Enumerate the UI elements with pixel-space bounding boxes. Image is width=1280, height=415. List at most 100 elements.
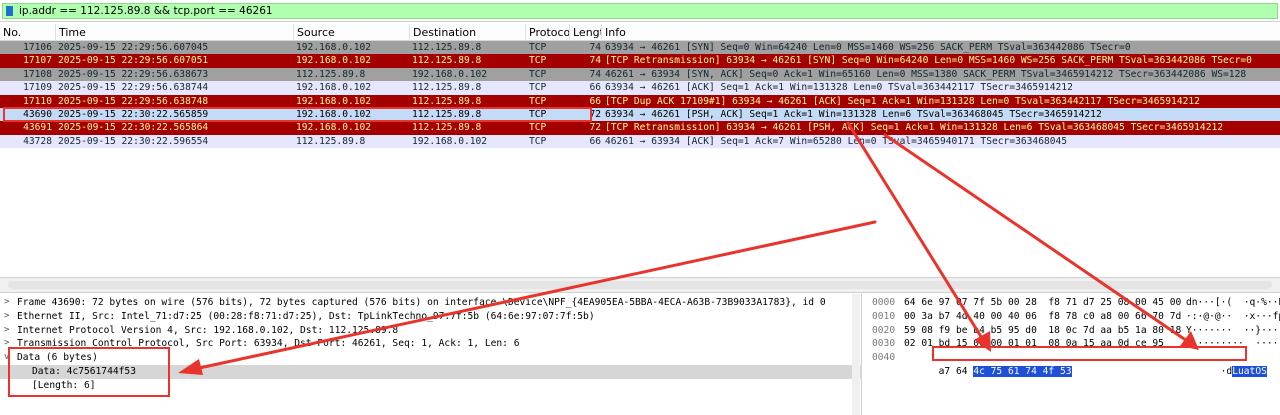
- display-filter-bar: ip.addr == 112.125.89.8 && tcp.port == 4…: [0, 0, 1280, 22]
- bytes-offset: 0030: [872, 338, 896, 350]
- bytes-ascii: ·d: [1220, 365, 1233, 377]
- packet-info: [TCP Retransmission] 63934 → 46261 [PSH,…: [605, 122, 1224, 134]
- packet-destination: 112.125.89.8: [412, 95, 482, 107]
- packet-row[interactable]: 43728 2025-09-15 22:30:22.596554 112.125…: [0, 134, 1280, 149]
- packet-source: 192.168.0.102: [296, 55, 372, 67]
- packet-row[interactable]: 17110 2025-09-15 22:29:56.638748 192.168…: [0, 94, 1280, 108]
- packet-protocol: TCP: [529, 135, 547, 147]
- detail-text: [Length: 6]: [32, 379, 96, 391]
- packet-destination: 112.125.89.8: [412, 82, 482, 94]
- bytes-offset: 0020: [872, 324, 896, 336]
- packet-no: 43728: [23, 135, 52, 147]
- bytes-ascii-group: ·dLuatOS: [1186, 351, 1267, 392]
- packet-list: 17106 2025-09-15 22:29:56.607045 192.168…: [0, 41, 1280, 277]
- packet-info: 63934 → 46261 [PSH, ACK] Seq=1 Ack=1 Win…: [605, 109, 1102, 120]
- packet-row[interactable]: 17107 2025-09-15 22:29:56.607051 192.168…: [0, 54, 1280, 68]
- detail-tree-item-data-value[interactable]: Data: 4c7561744f53: [0, 365, 862, 379]
- packet-row[interactable]: 17106 2025-09-15 22:29:56.607045 192.168…: [0, 41, 1280, 55]
- packet-row[interactable]: 17109 2025-09-15 22:29:56.638744 192.168…: [0, 81, 1280, 95]
- packet-info: [TCP Retransmission] 63934 → 46261 [SYN]…: [605, 55, 1252, 67]
- bookmark-icon[interactable]: [6, 6, 13, 16]
- detail-text: Internet Protocol Version 4, Src: 192.16…: [17, 324, 399, 336]
- packet-destination: 112.125.89.8: [412, 122, 482, 134]
- packet-info: 46261 → 63934 [ACK] Seq=1 Ack=7 Win=6528…: [605, 135, 1068, 147]
- packet-protocol: TCP: [529, 95, 547, 107]
- display-filter-text[interactable]: ip.addr == 112.125.89.8 && tcp.port == 4…: [19, 5, 273, 18]
- expand-arrow-icon[interactable]: >: [4, 337, 14, 351]
- packet-source: 192.168.0.102: [296, 82, 372, 94]
- collapse-arrow-icon[interactable]: v: [4, 351, 14, 365]
- packet-source: 192.168.0.102: [296, 42, 372, 53]
- detail-tree-item-tcp[interactable]: > Transmission Control Protocol, Src Por…: [0, 337, 862, 351]
- packet-no: 17110: [23, 95, 52, 107]
- packet-length: 66: [589, 82, 601, 94]
- packet-source: 112.125.89.8: [296, 68, 366, 80]
- packet-time: 2025-09-15 22:29:56.638673: [58, 68, 209, 80]
- packet-list-header: No. Time Source Destination Protoco Leng…: [0, 24, 1280, 41]
- detail-text: Transmission Control Protocol, Src Port:…: [17, 338, 520, 350]
- packet-length: 74: [589, 55, 601, 67]
- detail-tree-item-ipv4[interactable]: > Internet Protocol Version 4, Src: 192.…: [0, 324, 862, 338]
- packet-length: 72: [589, 109, 601, 120]
- detail-tree-item-data-length[interactable]: [Length: 6]: [0, 379, 862, 393]
- bytes-offset: 0000: [872, 297, 896, 308]
- column-header-destination[interactable]: Destination: [410, 24, 526, 41]
- column-header-no[interactable]: No.: [0, 24, 56, 41]
- column-header-protocol[interactable]: Protoco: [526, 24, 570, 41]
- bytes-ascii: ·········· ······: [1186, 338, 1280, 350]
- packet-source: 192.168.0.102: [296, 109, 372, 120]
- column-header-info[interactable]: Info: [602, 24, 1280, 41]
- bytes-ascii: dn···[·( ·q·%··E·: [1186, 297, 1280, 308]
- packet-protocol: TCP: [529, 55, 547, 67]
- horizontal-scrollbar[interactable]: [8, 281, 1272, 289]
- bytes-hex: 59 08 f9 be b4 b5 95 d0 18 0c 7d aa b5 1…: [904, 324, 1182, 336]
- bytes-ascii: Y······· ··}·····: [1186, 324, 1280, 336]
- detail-tree-item-frame[interactable]: > Frame 43690: 72 bytes on wire (576 bit…: [0, 296, 862, 310]
- detail-text: Frame 43690: 72 bytes on wire (576 bits)…: [17, 297, 826, 308]
- packet-destination: 112.125.89.8: [412, 42, 482, 53]
- packet-info: [TCP Dup ACK 17109#1] 63934 → 46261 [ACK…: [605, 95, 1200, 107]
- packet-info: 63934 → 46261 [SYN] Seq=0 Win=64240 Len=…: [605, 42, 1131, 53]
- bytes-hex: 00 3a b7 4d 40 00 40 06 f8 78 c0 a8 00 6…: [904, 310, 1182, 322]
- packet-length: 66: [589, 95, 601, 107]
- vertical-scrollbar[interactable]: [852, 294, 860, 415]
- detail-tree-item-data[interactable]: v Data (6 bytes): [0, 351, 862, 365]
- packet-time: 2025-09-15 22:29:56.638748: [58, 95, 209, 107]
- bytes-offset: 0010: [872, 310, 896, 322]
- packet-row[interactable]: 17108 2025-09-15 22:29:56.638673 112.125…: [0, 67, 1280, 82]
- bytes-hex: 64 6e 97 07 7f 5b 00 28 f8 71 d7 25 08 0…: [904, 297, 1182, 308]
- bytes-hex-highlighted: 4c 75 61 74 4f 53: [973, 365, 1072, 377]
- detail-text: Data: 4c7561744f53: [32, 366, 136, 377]
- bytes-hex-group: a7 64 4c 75 61 74 4f 53: [904, 351, 1072, 392]
- packet-length: 74: [589, 68, 601, 80]
- packet-time: 2025-09-15 22:30:22.565864: [58, 122, 209, 134]
- column-header-source[interactable]: Source: [294, 24, 410, 41]
- packet-source: 112.125.89.8: [296, 135, 366, 147]
- detail-tree-item-ethernet[interactable]: > Ethernet II, Src: Intel_71:d7:25 (00:2…: [0, 310, 862, 324]
- packet-time: 2025-09-15 22:29:56.638744: [58, 82, 209, 94]
- column-header-time[interactable]: Time: [56, 24, 294, 41]
- packet-row[interactable]: 43690 2025-09-15 22:30:22.565859 192.168…: [0, 108, 1280, 122]
- packet-destination: 112.125.89.8: [412, 109, 482, 120]
- bytes-offset: 0040: [872, 352, 896, 364]
- packet-protocol: TCP: [529, 68, 547, 80]
- packet-row[interactable]: 43691 2025-09-15 22:30:22.565864 192.168…: [0, 121, 1280, 135]
- expand-arrow-icon[interactable]: >: [4, 324, 14, 338]
- expand-arrow-icon[interactable]: >: [4, 296, 14, 310]
- pane-splitter[interactable]: [0, 277, 1280, 293]
- bytes-hex: 02 01 bd 15 00 00 01 01 08 0a 15 aa 0d c…: [904, 338, 1164, 350]
- packet-protocol: TCP: [529, 82, 547, 94]
- expand-arrow-icon[interactable]: >: [4, 310, 14, 324]
- bytes-ascii: ·:·@·@·· ·x···fp}: [1186, 310, 1280, 322]
- display-filter-input[interactable]: ip.addr == 112.125.89.8 && tcp.port == 4…: [2, 3, 1278, 19]
- packet-no: 17109: [23, 82, 52, 94]
- packet-bytes-pane: 0000 64 6e 97 07 7f 5b 00 28 f8 71 d7 25…: [866, 294, 1280, 415]
- packet-length: 74: [589, 42, 601, 53]
- packet-details-pane: > Frame 43690: 72 bytes on wire (576 bit…: [0, 294, 862, 415]
- packet-time: 2025-09-15 22:30:22.565859: [58, 109, 209, 120]
- column-header-length[interactable]: Lengt: [570, 24, 602, 41]
- detail-text: Data (6 bytes): [17, 352, 98, 364]
- packet-no: 17107: [23, 55, 52, 67]
- packet-no: 43690: [23, 109, 52, 120]
- packet-no: 17108: [23, 68, 52, 80]
